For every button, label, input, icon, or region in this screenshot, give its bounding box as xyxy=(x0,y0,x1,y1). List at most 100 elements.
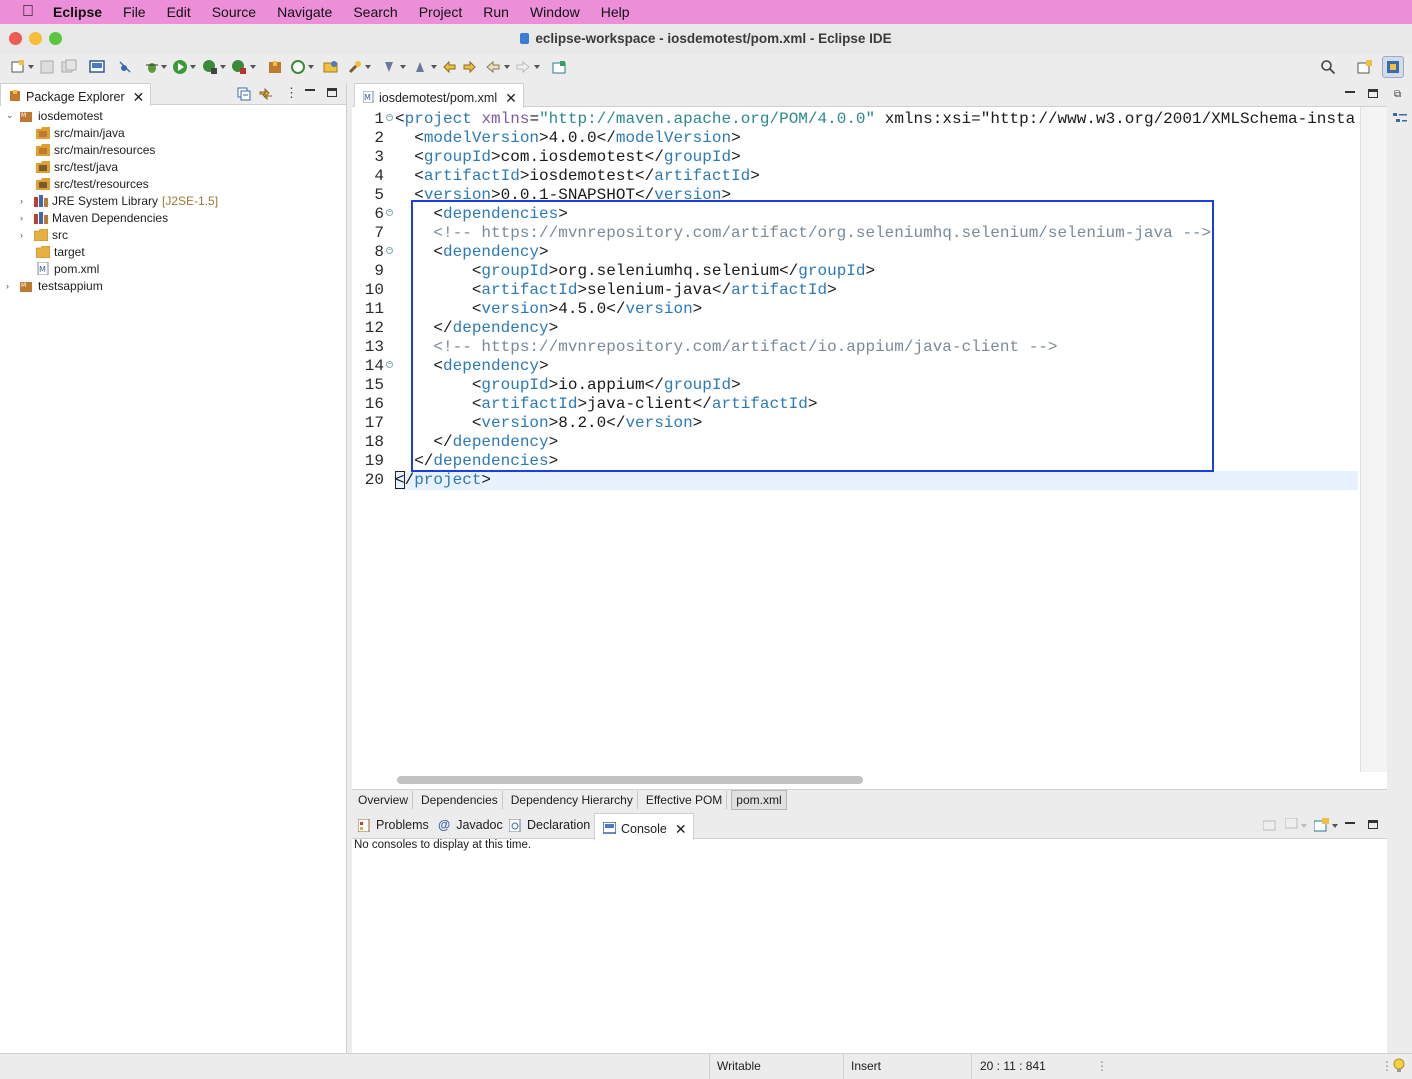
run-dropdown-icon[interactable] xyxy=(190,65,196,69)
apple-icon[interactable]:  xyxy=(19,3,37,21)
horizontal-scrollbar[interactable] xyxy=(397,776,863,784)
pin-editor-icon[interactable] xyxy=(551,59,567,75)
minimize-icon[interactable] xyxy=(1345,822,1355,824)
next-annotation-icon[interactable] xyxy=(381,59,397,75)
code-line: <project xmlns="http://maven.apache.org/… xyxy=(395,110,1356,128)
tab-console[interactable]: Console ✕ xyxy=(594,813,694,840)
fold-toggle-icon[interactable]: − xyxy=(386,247,393,254)
menu-window[interactable]: Window xyxy=(530,4,580,20)
previous-annotation-icon[interactable] xyxy=(412,59,428,75)
java-perspective-icon[interactable] xyxy=(1382,56,1404,78)
tip-lightbulb-icon[interactable] xyxy=(1393,1058,1405,1076)
skip-breakpoints-icon[interactable] xyxy=(117,59,133,75)
back-icon[interactable] xyxy=(485,59,501,75)
tab-dependencies[interactable]: Dependencies xyxy=(417,791,503,809)
back-dropdown-icon[interactable] xyxy=(504,65,510,69)
tab-pom-xml[interactable]: pom.xml xyxy=(731,790,787,810)
menu-help[interactable]: Help xyxy=(601,4,630,20)
search-tool-icon[interactable] xyxy=(347,59,363,75)
status-more-icon[interactable]: ⋮ xyxy=(1381,1059,1393,1073)
run-icon[interactable] xyxy=(172,59,188,75)
pin-console-icon[interactable] xyxy=(1262,819,1277,834)
tree-item-target[interactable]: target xyxy=(36,243,85,260)
maximize-icon[interactable] xyxy=(327,88,337,97)
chevron-down-icon[interactable]: ⌄ xyxy=(6,110,16,121)
external-tools-icon[interactable] xyxy=(231,59,247,75)
previous-annotation-dropdown-icon[interactable] xyxy=(431,65,437,69)
minimize-icon[interactable] xyxy=(1345,91,1355,93)
view-menu-icon[interactable]: ⋮ xyxy=(285,86,298,99)
new-dropdown-icon[interactable] xyxy=(28,65,34,69)
restore-icon[interactable]: ⧉ xyxy=(1394,89,1401,100)
last-edit-icon[interactable] xyxy=(441,59,457,75)
tree-item-src-test-java[interactable]: src/test/java xyxy=(36,158,118,175)
new-class-dropdown-icon[interactable] xyxy=(308,65,314,69)
debug-dropdown-icon[interactable] xyxy=(161,65,167,69)
tab-declaration[interactable]: Declaration xyxy=(509,818,590,832)
new-java-package-icon[interactable] xyxy=(267,59,283,75)
open-perspective-icon[interactable] xyxy=(1357,59,1373,75)
open-type-icon[interactable] xyxy=(323,59,339,75)
close-icon[interactable]: ✕ xyxy=(505,91,517,105)
menu-search[interactable]: Search xyxy=(353,4,397,20)
close-icon[interactable]: ✕ xyxy=(133,90,145,104)
fold-toggle-icon[interactable]: − xyxy=(386,209,393,216)
tree-item-maven-dependencies[interactable]: › Maven Dependencies xyxy=(20,209,168,226)
forward-icon[interactable] xyxy=(515,59,531,75)
debug-icon[interactable] xyxy=(144,59,160,75)
menu-file[interactable]: File xyxy=(123,4,146,20)
maximize-icon[interactable] xyxy=(1368,89,1378,98)
display-console-dropdown-icon[interactable] xyxy=(1301,824,1307,828)
outline-icon[interactable] xyxy=(1392,111,1408,130)
chevron-right-icon[interactable]: › xyxy=(20,196,30,206)
tab-problems[interactable]: Problems xyxy=(358,818,429,832)
tree-item-jre-system-library[interactable]: › JRE System Library [J2SE-1.5] xyxy=(20,192,218,209)
menu-eclipse[interactable]: Eclipse xyxy=(53,4,102,20)
tree-item-src-test-resources[interactable]: src/test/resources xyxy=(36,175,149,192)
next-annotation-dropdown-icon[interactable] xyxy=(400,65,406,69)
new-icon[interactable] xyxy=(10,59,26,75)
tab-package-explorer[interactable]: Package Explorer ✕ xyxy=(0,83,152,106)
save-icon[interactable] xyxy=(39,59,55,75)
tree-item-testsappium[interactable]: › M testsappium xyxy=(6,277,103,294)
chevron-right-icon[interactable]: › xyxy=(20,213,30,223)
fold-toggle-icon[interactable]: − xyxy=(386,114,393,121)
chevron-right-icon[interactable]: › xyxy=(6,281,16,291)
tab-effective-pom[interactable]: Effective POM xyxy=(642,791,728,809)
chevron-right-icon[interactable]: › xyxy=(20,230,30,240)
menu-source[interactable]: Source xyxy=(212,4,256,20)
link-with-editor-icon[interactable] xyxy=(259,87,273,104)
search-icon[interactable] xyxy=(1320,59,1336,75)
display-console-icon[interactable] xyxy=(1284,817,1299,833)
tab-overview[interactable]: Overview xyxy=(354,791,414,809)
open-console-dropdown-icon[interactable] xyxy=(1332,824,1338,828)
coverage-icon[interactable] xyxy=(202,59,218,75)
search-dropdown-icon[interactable] xyxy=(365,65,371,69)
fold-toggle-icon[interactable]: − xyxy=(386,361,393,368)
external-tools-dropdown-icon[interactable] xyxy=(250,65,256,69)
maximize-icon[interactable] xyxy=(1368,820,1378,829)
tree-item-iosdemotest[interactable]: ⌄ M iosdemotest xyxy=(6,107,103,124)
tab-javadoc[interactable]: @ Javadoc xyxy=(438,818,503,832)
tree-item-pom-xml[interactable]: M pom.xml xyxy=(36,260,99,277)
close-icon[interactable]: ✕ xyxy=(675,822,687,836)
open-console-icon[interactable] xyxy=(1313,818,1330,835)
coverage-dropdown-icon[interactable] xyxy=(220,65,226,69)
minimize-icon[interactable] xyxy=(305,89,315,91)
last-edit-forward-icon[interactable] xyxy=(462,59,478,75)
menu-edit[interactable]: Edit xyxy=(167,4,191,20)
menu-project[interactable]: Project xyxy=(419,4,463,20)
forward-dropdown-icon[interactable] xyxy=(534,65,540,69)
tab-dependency-hierarchy[interactable]: Dependency Hierarchy xyxy=(507,791,638,809)
collapse-all-icon[interactable] xyxy=(237,87,251,104)
status-more-icon[interactable]: ⋮ xyxy=(1096,1059,1108,1073)
tree-item-src-main-java[interactable]: src/main/java xyxy=(36,124,125,141)
tab-pom-xml-editor[interactable]: M iosdemotest/pom.xml ✕ xyxy=(354,83,524,108)
tree-item-src-main-resources[interactable]: src/main/resources xyxy=(36,141,155,158)
save-all-icon[interactable] xyxy=(61,59,77,75)
menu-navigate[interactable]: Navigate xyxy=(277,4,332,20)
terminal-icon[interactable] xyxy=(89,59,105,75)
new-java-class-icon[interactable] xyxy=(290,59,306,75)
menu-run[interactable]: Run xyxy=(483,4,509,20)
tree-item-src[interactable]: › src xyxy=(20,226,68,243)
